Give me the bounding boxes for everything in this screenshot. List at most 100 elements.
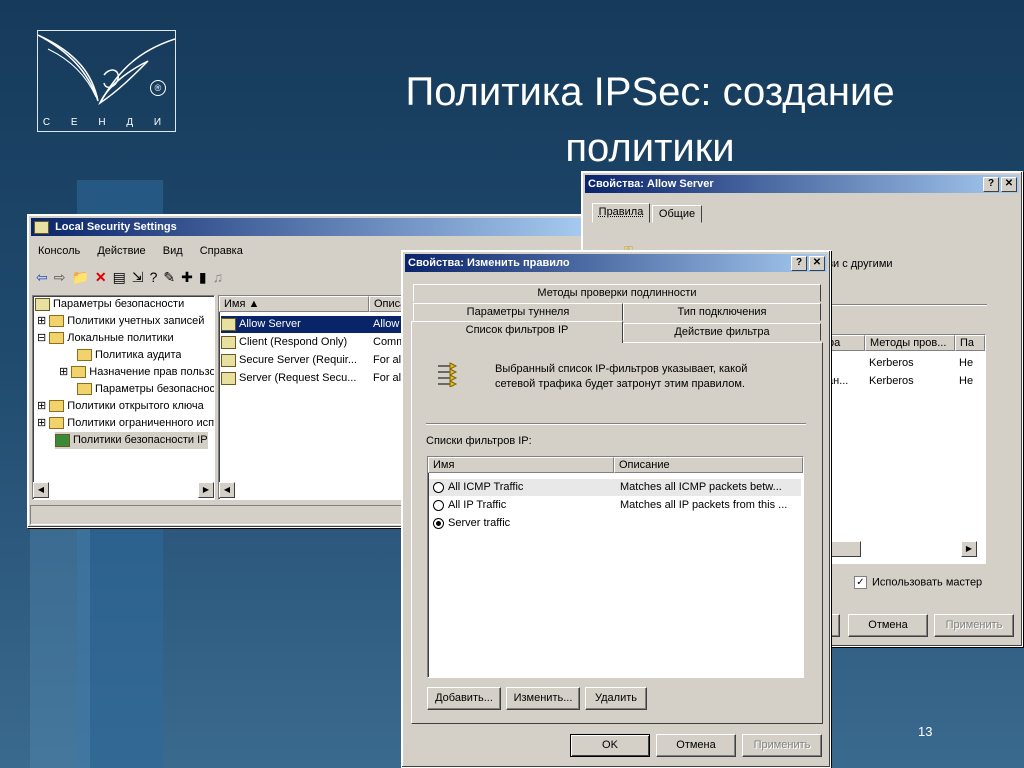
apply-button[interactable]: Применить	[934, 614, 1014, 637]
filter-name: Server traffic	[448, 517, 511, 529]
edit-rule-properties-window: Свойства: Изменить правило ? ✕ Методы про…	[401, 250, 831, 768]
policy-icon	[221, 371, 236, 385]
tree-item[interactable]: ⊞ Политики ограниченного использования	[37, 415, 215, 432]
rule-row[interactable]: ан... Kerberos Не	[827, 373, 983, 390]
tree-item[interactable]: ⊞ Политики учетных записей	[37, 313, 204, 330]
column-header[interactable]: Па	[955, 335, 985, 351]
radio-button[interactable]	[433, 499, 444, 511]
tab-ip-filter-list[interactable]: Список фильтров IP	[411, 321, 623, 343]
menu-action[interactable]: Действие	[97, 245, 145, 257]
lss-tree-pane[interactable]: Параметры безопасности ⊞ Политики учетны…	[32, 295, 215, 500]
apply-button[interactable]: Применить	[742, 734, 822, 757]
help-icon[interactable]: ?	[150, 269, 164, 285]
folder-icon	[49, 400, 65, 413]
remove-button[interactable]: Удалить	[585, 687, 647, 710]
scroll-right-button[interactable]: ▶	[961, 541, 977, 557]
slide-number: 13	[918, 724, 933, 739]
scroll-left-button[interactable]: ◀	[219, 482, 235, 498]
radio-button[interactable]	[433, 481, 444, 493]
tree-item[interactable]: ⊞ Назначение прав пользователей	[59, 364, 215, 381]
lss-menubar: Консоль Действие Вид Справка	[38, 245, 243, 257]
cancel-button[interactable]: Отмена	[848, 614, 928, 637]
column-header-name[interactable]: Имя	[428, 457, 614, 473]
tree-item[interactable]: ⊞ Политики открытого ключа	[37, 398, 204, 415]
allow-partial-description: язи с другими	[822, 258, 893, 270]
up-folder-icon[interactable]: 📁	[71, 269, 94, 285]
folder-icon	[77, 349, 92, 362]
rule-cell: Kerberos	[869, 375, 914, 387]
add-icon[interactable]: ✚	[181, 269, 199, 285]
column-header-description[interactable]: Описание	[614, 457, 803, 473]
radio-button-selected[interactable]	[433, 517, 444, 529]
rule-row[interactable]: Kerberos Не	[827, 355, 983, 372]
help-button[interactable]: ?	[791, 256, 807, 271]
tree-item-label: Назначение прав пользователей	[89, 366, 215, 378]
tree-item[interactable]: Параметры безопасности	[77, 381, 214, 398]
menu-help[interactable]: Справка	[200, 245, 243, 257]
new-policy-icon[interactable]: ✎	[163, 269, 181, 285]
filter-name: All IP Traffic	[448, 499, 507, 511]
filter-list-row[interactable]: All ICMP Traffic Matches all ICMP packets…	[429, 479, 801, 496]
item-name: Allow Server	[239, 318, 301, 330]
add-button[interactable]: Добавить...	[427, 687, 501, 710]
filter-list-row[interactable]: All IP Traffic Matches all IP packets fro…	[429, 497, 801, 514]
registered-mark: ®	[150, 80, 166, 96]
tab-general[interactable]: Общие	[652, 205, 702, 223]
tree-item-selected[interactable]: Политики безопасности IP	[55, 432, 208, 449]
tab-tunnel-settings[interactable]: Параметры туннеля	[413, 303, 623, 321]
ok-button[interactable]: OK	[570, 734, 650, 757]
checkbox[interactable]: ✓	[854, 576, 867, 589]
slide-title-line1: Политика IPSec: создание	[405, 70, 895, 114]
assign-icon[interactable]: ▮	[199, 269, 213, 285]
item-name: Server (Request Secu...	[239, 372, 357, 384]
delete-icon[interactable]: ✕	[95, 269, 113, 285]
tree-item[interactable]: Параметры безопасности	[35, 296, 184, 313]
tree-item[interactable]: Политика аудита	[77, 347, 181, 364]
close-button[interactable]: ✕	[809, 256, 825, 271]
folder-icon	[49, 332, 65, 345]
filter-desc: Matches all IP packets from this ...	[620, 499, 788, 511]
ip-filter-list[interactable]: Имя Описание All ICMP Traffic Matches all…	[427, 456, 804, 678]
tree-item[interactable]: ⊟ Локальные политики	[37, 330, 174, 347]
properties-icon[interactable]: ▤	[113, 269, 132, 285]
lss-title: Local Security Settings	[55, 221, 177, 233]
export-icon[interactable]: ⇲	[132, 269, 150, 285]
security-icon	[35, 297, 50, 311]
back-icon[interactable]: ⇦	[36, 269, 54, 285]
separator	[822, 304, 987, 306]
tab-connection-type[interactable]: Тип подключения	[623, 303, 821, 321]
item-name: Client (Respond Only)	[239, 336, 348, 348]
menu-view[interactable]: Вид	[163, 245, 183, 257]
logo-text: С Е Н Д И	[42, 117, 171, 128]
lss-title-bar[interactable]: Local Security Settings	[31, 218, 585, 236]
tab-auth-methods[interactable]: Методы проверки подлинности	[413, 284, 821, 302]
scroll-left-button[interactable]: ◀	[33, 482, 49, 498]
column-header-name[interactable]: Имя ▲	[219, 296, 369, 312]
rule-title: Свойства: Изменить правило	[408, 257, 570, 269]
ip-security-icon	[55, 433, 70, 447]
unassign-icon[interactable]: ♫	[213, 269, 230, 285]
bird-logo-icon	[38, 34, 175, 106]
help-button[interactable]: ?	[983, 177, 999, 192]
filter-name: All ICMP Traffic	[448, 481, 524, 493]
folder-icon	[49, 417, 65, 430]
rules-list[interactable]: ра Методы пров... Па Kerberos Не ан... Ker…	[822, 334, 986, 564]
menu-console[interactable]: Консоль	[38, 245, 80, 257]
tree-item-label: Политики безопасности IP	[73, 434, 208, 446]
tab-filter-action[interactable]: Действие фильтра	[623, 323, 821, 341]
policy-icon	[221, 335, 236, 349]
folder-icon	[71, 366, 87, 379]
filter-list-row-selected[interactable]: Server traffic	[429, 515, 801, 532]
allow-title-bar[interactable]: Свойства: Allow Server ? ✕	[585, 175, 1019, 193]
tab-rules[interactable]: Правила	[592, 203, 650, 223]
scroll-right-button[interactable]: ▶	[198, 482, 214, 498]
cancel-button[interactable]: Отмена	[656, 734, 736, 757]
close-button[interactable]: ✕	[1001, 177, 1017, 192]
rule-title-bar[interactable]: Свойства: Изменить правило ? ✕	[405, 254, 827, 272]
folder-icon	[77, 383, 92, 396]
edit-button[interactable]: Изменить...	[506, 687, 580, 710]
column-header-auth-methods[interactable]: Методы пров...	[865, 335, 955, 351]
forward-icon[interactable]: ⇨	[54, 269, 72, 285]
tree-item-label: Политики ограниченного использования	[67, 417, 215, 429]
use-wizard-checkbox-row[interactable]: ✓ Использовать мастер	[854, 576, 982, 589]
